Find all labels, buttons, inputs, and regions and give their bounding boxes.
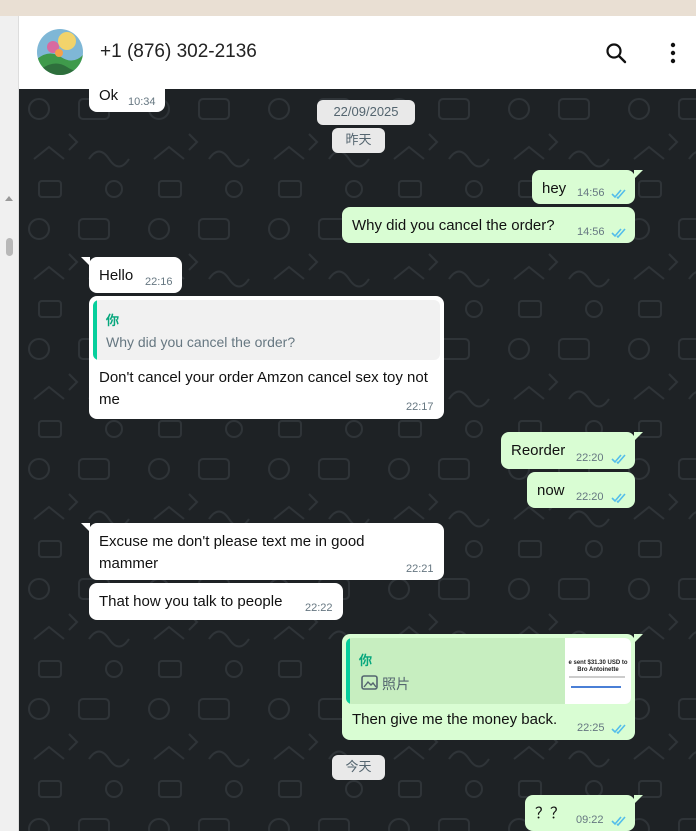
chat-header: +1 (876) 302-2136 (19, 16, 696, 89)
message-outgoing[interactable]: hey 14:56 (532, 170, 635, 204)
message-time: 22:25 (577, 722, 605, 734)
search-icon[interactable] (605, 42, 627, 64)
message-time: 09:22 (576, 814, 604, 826)
quoted-message[interactable]: 你 照片 e sent $31.30 USD to Bro Antoinette (346, 638, 631, 704)
quote-accent-bar (346, 638, 350, 704)
message-time: 14:56 (577, 226, 605, 238)
scrollbar-thumb[interactable] (6, 238, 13, 256)
message-time: 22:21 (406, 563, 434, 575)
bubble-tail (634, 170, 643, 179)
quote-author: 你 (359, 653, 373, 668)
message-text: That how you talk to people (99, 593, 283, 610)
message-outgoing-reply[interactable]: 你 照片 e sent $31.30 USD to Bro Antoinette… (342, 634, 635, 740)
chat-area[interactable]: Ok 10:34 22/09/2025 昨天 hey 14:56 Why did… (19, 89, 696, 831)
message-text: Don't cancel your order Amzon cancel sex… (99, 369, 428, 408)
browser-top-strip (0, 0, 696, 17)
date-separator: 昨天 (332, 128, 385, 153)
double-check-icon (611, 189, 626, 199)
message-time: 22:20 (576, 452, 604, 464)
double-check-icon (611, 493, 626, 503)
message-incoming[interactable]: That how you talk to people 22:22 (89, 583, 343, 620)
message-incoming[interactable]: Excuse me don't please text me in good m… (89, 523, 444, 580)
message-text: Why did you cancel the order? (352, 217, 555, 234)
date-separator: 22/09/2025 (317, 100, 415, 125)
message-text: Ok (99, 89, 119, 104)
message-incoming[interactable]: Hello 22:16 (89, 257, 182, 293)
message-text: now (537, 482, 565, 499)
message-outgoing[interactable]: now 22:20 (527, 472, 635, 508)
message-time: 22:17 (406, 401, 434, 413)
message-text: Then give me the money back. (352, 711, 558, 728)
quote-text: Why did you cancel the order? (106, 334, 296, 350)
message-outgoing[interactable]: ？？ 09:22 (525, 795, 635, 831)
bubble-tail (634, 634, 643, 643)
contact-name[interactable]: +1 (876) 302-2136 (100, 41, 257, 63)
message-outgoing[interactable]: Why did you cancel the order? 14:56 (342, 207, 635, 243)
message-text: Hello (99, 267, 134, 284)
double-check-icon (611, 816, 626, 826)
message-text: hey (542, 180, 567, 197)
message-time: 22:16 (145, 276, 173, 288)
message-outgoing[interactable]: Reorder 22:20 (501, 432, 635, 469)
thumbnail-text: e sent $31.30 USD to Bro Antoinette (568, 660, 628, 673)
message-text: Excuse me don't please text me in good m… (99, 533, 365, 572)
quote-thumbnail: e sent $31.30 USD to Bro Antoinette (565, 638, 631, 704)
bubble-tail (634, 795, 643, 804)
message-text: ？？ (535, 805, 566, 822)
message-text: Reorder (511, 442, 566, 459)
bubble-tail (634, 432, 643, 441)
quote-text: 照片 (382, 676, 410, 692)
message-time: 22:20 (576, 491, 604, 503)
quoted-message[interactable]: 你 Why did you cancel the order? (93, 300, 440, 360)
double-check-icon (611, 228, 626, 238)
message-time: 10:34 (128, 96, 156, 108)
image-icon (361, 675, 378, 690)
quote-author: 你 (106, 313, 120, 328)
quote-accent-bar (93, 300, 97, 360)
more-vertical-icon[interactable] (663, 42, 683, 64)
scroll-up-arrow[interactable] (5, 196, 13, 201)
date-separator: 今天 (332, 755, 385, 780)
message-time: 14:56 (577, 187, 605, 199)
contact-avatar[interactable] (37, 29, 83, 75)
message-incoming[interactable]: Ok 10:34 (89, 89, 165, 112)
message-time: 22:22 (305, 602, 333, 614)
double-check-icon (611, 454, 626, 464)
message-incoming-reply[interactable]: 你 Why did you cancel the order? Don't ca… (89, 296, 444, 419)
double-check-icon (611, 724, 626, 734)
scrollbar[interactable] (0, 16, 19, 831)
